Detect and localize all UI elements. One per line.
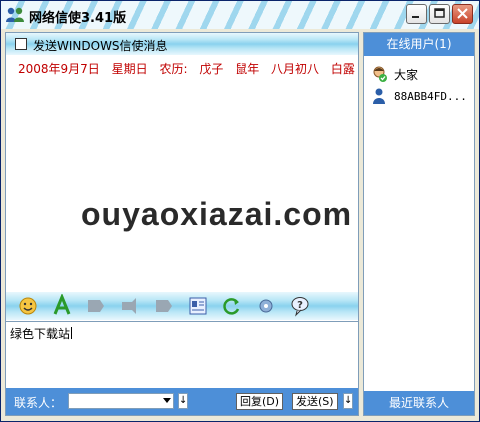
lunar-year-text: 戊子 [199,62,224,76]
smile-icon[interactable] [16,294,40,318]
send-windows-checkbox[interactable] [15,38,27,50]
help-icon[interactable]: ? [288,294,312,318]
chevron-down-icon [163,398,171,403]
send-windows-label[interactable]: 发送WINDOWS信使消息 [33,37,168,54]
user-item-everyone[interactable]: 大家 [370,65,418,83]
close-icon [457,8,468,19]
contact-down-button[interactable]: ↓ [178,393,188,409]
weekday-text: 星期日 [111,62,148,76]
user-item-88abb4fd[interactable]: 88ABB4FD... [370,87,467,105]
app-users-icon [6,7,24,22]
contact-card-icon[interactable] [186,294,210,318]
send-button[interactable]: 发送(S) [292,393,338,410]
title-bar[interactable]: 网络信使3.41版 [1,1,479,29]
font-icon[interactable] [50,293,74,318]
tool-4-icon[interactable] [118,294,142,318]
send-options-button[interactable]: ↓ [343,393,353,409]
svg-text:?: ? [297,300,303,311]
compose-text: 绿色下载站 [10,327,71,341]
zodiac-text: 鼠年 [235,62,260,76]
user-icon [373,88,385,104]
lunar-label: 农历: [159,62,188,76]
contact-select[interactable] [68,393,174,409]
tool-3-icon[interactable] [84,294,108,318]
send-bar: 联系人： ↓ 回复(D) 发送(S) ↓ [6,388,358,415]
message-history[interactable] [6,55,358,292]
app-window: 网络信使3.41版 发送WINDOWS信使消息 2008年9月7日 星期日 农历… [0,0,480,422]
user-name: 88ABB4FD... [394,89,467,103]
maximize-icon [434,8,445,18]
contact-label: 联系人： [14,396,63,410]
user-name: 大家 [394,67,419,82]
watermark-text: ouyaoxiazai.com [81,196,353,232]
minimize-icon [412,16,419,18]
refresh-icon[interactable] [220,294,244,318]
solar-term-text: 白露 [330,62,355,76]
online-users-pane: 在线用户(1) 大家 88ABB4FD... 最近联系人 [363,32,475,416]
maximize-button[interactable] [429,4,450,24]
close-button[interactable] [452,4,473,24]
group-icon [373,66,387,82]
tool-5-icon[interactable] [152,294,176,318]
reply-button[interactable]: 回复(D) [236,393,284,410]
options-strip: 发送WINDOWS信使消息 [6,33,358,55]
settings-icon[interactable] [254,294,278,318]
text-caret [71,327,73,339]
window-title: 网络信使3.41版 [29,11,127,26]
date-line: 2008年9月7日 星期日 农历: 戊子 鼠年 八月初八 白露 [18,60,363,77]
date-text: 2008年9月7日 [18,62,100,76]
compose-input[interactable]: 绿色下载站 [6,321,358,388]
online-users-header[interactable]: 在线用户(1) [364,33,474,56]
minimize-button[interactable] [406,4,427,24]
recent-contacts-button[interactable]: 最近联系人 [364,391,474,415]
lunar-day-text: 八月初八 [271,62,320,76]
format-toolbar: ? [6,292,358,320]
